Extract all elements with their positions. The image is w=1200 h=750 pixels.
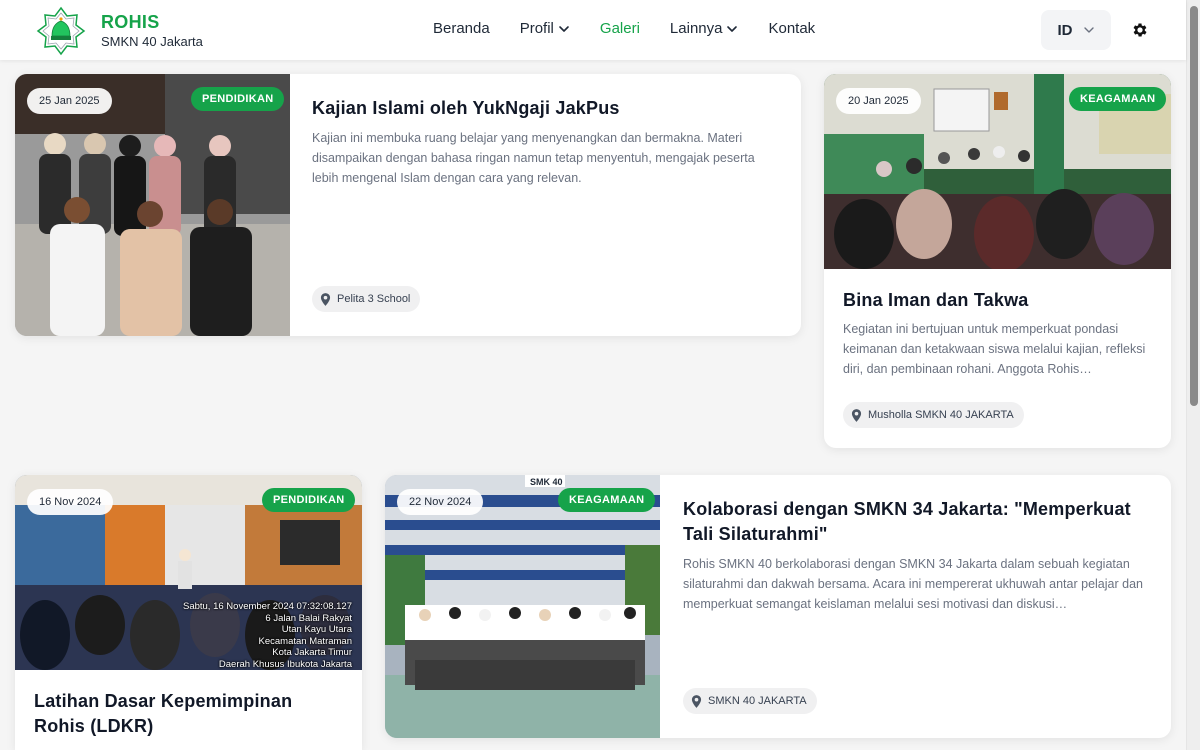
nav-item-label: Kontak (768, 20, 816, 37)
map-pin-icon (691, 694, 702, 708)
date-badge: 25 Jan 2025 (27, 88, 112, 114)
gallery-card[interactable]: 25 Jan 2025 PENDIDIKAN Kajian Islami ole… (15, 74, 801, 336)
nav-item-beranda[interactable]: Beranda (433, 20, 490, 37)
language-selector[interactable]: ID (1041, 10, 1111, 50)
brand-subtitle: SMKN 40 Jakarta (101, 34, 203, 49)
card-title[interactable]: Bina Iman dan Takwa (843, 288, 1153, 313)
scrollbar-thumb[interactable] (1190, 6, 1198, 406)
nav-item-label: Galeri (599, 20, 640, 37)
card-description: Rohis SMKN 40 berkolaborasi dengan SMKN … (683, 557, 1143, 611)
category-badge: KEAGAMAAN (1069, 87, 1167, 111)
nav-item-profil[interactable]: Profil (520, 20, 570, 37)
card-title[interactable]: Kajian Islami oleh YukNgaji JakPus (312, 96, 782, 121)
location-text: SMKN 40 JAKARTA (708, 695, 807, 707)
main-nav: Beranda Profil Galeri Lainnya Kontak (433, 20, 845, 37)
category-badge: PENDIDIKAN (262, 488, 356, 512)
nav-item-lainnya[interactable]: Lainnya (670, 20, 739, 37)
chevron-down-icon (559, 25, 569, 32)
gear-icon (1133, 23, 1147, 37)
location-badge: Pelita 3 School (312, 286, 421, 312)
date-badge: 22 Nov 2024 (397, 489, 484, 515)
gallery-photo: 25 Jan 2025 PENDIDIKAN (15, 74, 290, 336)
gallery-photo: Sabtu, 16 November 2024 07:32:08.127 6 J… (15, 475, 362, 670)
date-badge: 16 Nov 2024 (27, 489, 114, 515)
card-description: Kajian ini membuka ruang belajar yang me… (312, 131, 755, 185)
site-header: ROHIS SMKN 40 Jakarta Beranda Profil Gal… (0, 0, 1186, 60)
nav-item-label: Beranda (433, 20, 490, 37)
nav-item-label: Profil (519, 20, 554, 37)
category-badge: PENDIDIKAN (191, 87, 285, 111)
location-text: Musholla SMKN 40 JAKARTA (868, 409, 1014, 421)
gallery-photo: 20 Jan 2025 KEAGAMAAN (824, 74, 1171, 269)
nav-item-kontak[interactable]: Kontak (768, 20, 815, 37)
map-pin-icon (320, 292, 331, 306)
location-badge: SMKN 40 JAKARTA (683, 688, 817, 714)
language-value: ID (1057, 21, 1073, 39)
gallery-card[interactable]: 20 Jan 2025 KEAGAMAAN Bina Iman dan Takw… (824, 74, 1171, 448)
nav-item-galeri[interactable]: Galeri (600, 20, 640, 37)
date-badge: 20 Jan 2025 (836, 88, 921, 114)
card-title[interactable]: Latihan Dasar Kepemimpinan Rohis (LDKR) (34, 689, 334, 739)
chevron-down-icon (1083, 27, 1094, 33)
chevron-down-icon (727, 25, 738, 32)
gallery-card[interactable]: Sabtu, 16 November 2024 07:32:08.127 6 J… (15, 475, 362, 750)
gallery-photo: SMK 40 22 Nov 2024 KEAGAMAAN (385, 475, 660, 738)
page-scrollbar[interactable] (1186, 0, 1200, 750)
brand-title: ROHIS (101, 12, 160, 32)
location-badge: Musholla SMKN 40 JAKARTA (843, 402, 1024, 428)
building-sign: SMK 40 (530, 477, 563, 487)
card-description: Kegiatan ini bertujuan untuk memperkuat … (843, 322, 1146, 376)
settings-button[interactable] (1130, 20, 1150, 40)
gallery-card[interactable]: SMK 40 22 Nov 2024 KEAGAMAAN Kolaborasi … (385, 475, 1171, 738)
location-text: Pelita 3 School (337, 293, 411, 305)
nav-item-label: Lainnya (669, 20, 723, 37)
card-title[interactable]: Kolaborasi dengan SMKN 34 Jakarta: "Memp… (683, 497, 1153, 547)
photo-timestamp: Sabtu, 16 November 2024 07:32:08.127 6 J… (182, 601, 352, 670)
rohis-logo (36, 6, 86, 56)
map-pin-icon (851, 408, 862, 422)
category-badge: KEAGAMAAN (558, 488, 656, 512)
brand[interactable]: ROHIS SMKN 40 Jakarta (36, 6, 203, 56)
